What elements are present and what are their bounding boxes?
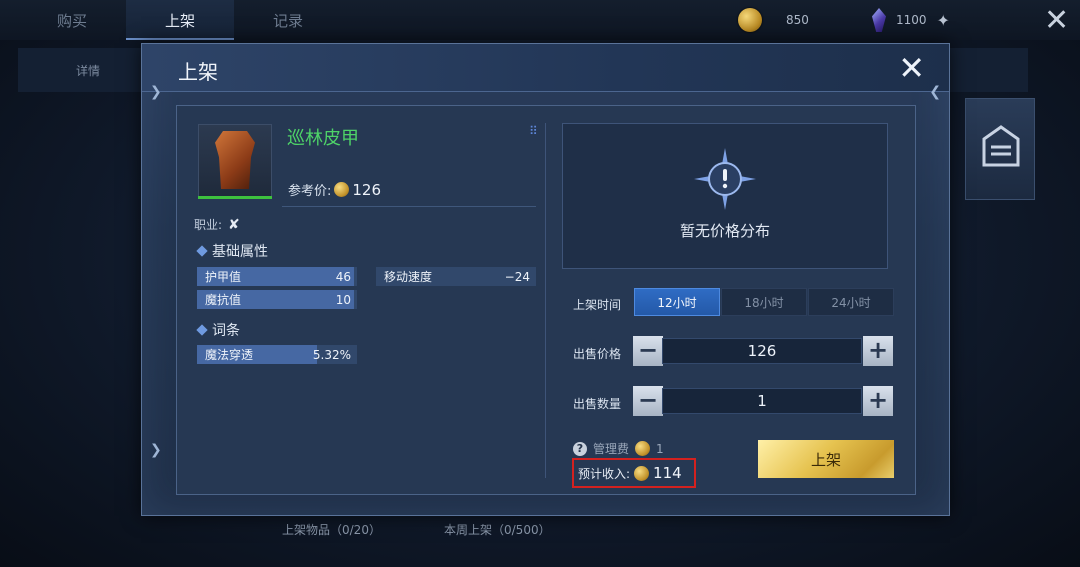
grid-icon[interactable]: ⠿ (529, 124, 538, 138)
confirm-list-button[interactable]: 上架 (758, 440, 894, 478)
sell-price-label: 出售价格 (573, 347, 622, 361)
stat-label: 魔抗值 (205, 293, 242, 307)
modal-header: 上架 ✕ (142, 44, 949, 92)
gold-currency: 850 (738, 8, 809, 32)
top-bar: 购买 上架 记录 850 1100 ✦ ✕ (0, 0, 1080, 40)
item-quality-bar (198, 196, 272, 199)
sell-quantity-input[interactable]: 1 (662, 388, 862, 414)
reference-price-label: 参考价: (288, 184, 332, 199)
affixes-heading: 词条 (196, 320, 240, 340)
price-increase-button[interactable]: + (863, 336, 893, 366)
management-fee: ? 管理费 1 (573, 440, 664, 457)
corner-deco-icon: ❯ (150, 442, 162, 458)
listing-time-label: 上架时间 (573, 298, 622, 312)
income-value: 114 (653, 464, 682, 482)
stat-label: 护甲值 (205, 270, 242, 284)
tab-sell[interactable]: 上架 (126, 0, 234, 40)
gem-currency: 1100 ✦ (872, 8, 950, 32)
leather-armor-icon (215, 131, 255, 189)
gem-amount: 1100 (896, 13, 927, 27)
crossbow-class-icon: ✘ (228, 216, 240, 233)
stat-label: 移动速度 (384, 270, 433, 284)
reference-price: 参考价: 126 (288, 180, 382, 200)
basic-attrs-heading: 基础属性 (196, 241, 268, 261)
stat-value: 46 (335, 269, 351, 284)
shop-icon (982, 125, 1020, 167)
stat-magic-resist: 魔抗值 10 (197, 290, 357, 309)
close-icon[interactable]: ✕ (1044, 6, 1069, 36)
diamond-icon (196, 324, 208, 336)
time-option-24h[interactable]: 24小时 (808, 288, 894, 316)
gold-amount: 850 (786, 13, 809, 27)
add-currency-icon[interactable]: ✦ (937, 11, 950, 30)
gold-coin-icon (634, 465, 650, 481)
listing-modal: 上架 ✕ ❯ ❮ ❯ 巡林皮甲 ⠿ 参考价: 126 职业: ✘ 基础属性 护甲… (141, 43, 950, 516)
reference-price-value: 126 (352, 180, 382, 199)
sell-price-input[interactable]: 126 (662, 338, 862, 364)
gem-icon (872, 8, 886, 32)
background-side-card (965, 98, 1035, 200)
stat-value: −24 (504, 269, 530, 284)
listed-items-count: 上架物品（0/20） (282, 523, 381, 537)
weekly-listed-count: 本周上架（0/500） (444, 523, 551, 537)
income-label: 预计收入: (578, 466, 631, 481)
gold-coin-icon (334, 182, 350, 197)
item-name: 巡林皮甲 (287, 128, 359, 149)
help-icon[interactable]: ? (573, 441, 587, 456)
modal-close-icon[interactable]: ✕ (898, 52, 925, 84)
sell-quantity-label: 出售数量 (573, 397, 622, 411)
basic-attrs-heading-text: 基础属性 (212, 244, 268, 260)
tab-buy[interactable]: 购买 (18, 0, 126, 40)
stat-armor: 护甲值 46 (197, 267, 357, 286)
price-decrease-button[interactable]: − (633, 336, 663, 366)
stat-label: 魔法穿透 (205, 348, 254, 362)
detail-label: 详情 (76, 64, 101, 78)
modal-title: 上架 (178, 60, 218, 84)
corner-deco-icon: ❯ (150, 84, 162, 100)
diamond-icon (196, 245, 208, 257)
panel-divider (545, 123, 546, 478)
gold-coin-icon (738, 8, 762, 32)
expected-income-highlight: 预计收入: 114 (572, 458, 696, 488)
stat-magic-pen: 魔法穿透 5.32% (197, 345, 357, 364)
stat-move-speed: 移动速度 −24 (376, 267, 536, 286)
item-divider (282, 206, 536, 207)
time-option-18h[interactable]: 18小时 (721, 288, 807, 316)
stat-value: 10 (335, 292, 351, 307)
affixes-heading-text: 词条 (212, 323, 240, 339)
no-price-distribution-text: 暂无价格分布 (679, 222, 770, 240)
job-row: 职业: ✘ (194, 216, 240, 233)
fee-label: 管理费 (593, 442, 630, 456)
fee-value: 1 (656, 441, 664, 456)
alert-compass-icon (694, 148, 756, 210)
gold-coin-icon (635, 441, 651, 456)
corner-deco-icon: ❮ (929, 84, 941, 100)
stat-value: 5.32% (312, 347, 351, 362)
job-label: 职业: (194, 218, 223, 232)
quantity-decrease-button[interactable]: − (633, 386, 663, 416)
time-option-12h[interactable]: 12小时 (634, 288, 720, 316)
tab-records[interactable]: 记录 (234, 0, 342, 40)
quantity-increase-button[interactable]: + (863, 386, 893, 416)
